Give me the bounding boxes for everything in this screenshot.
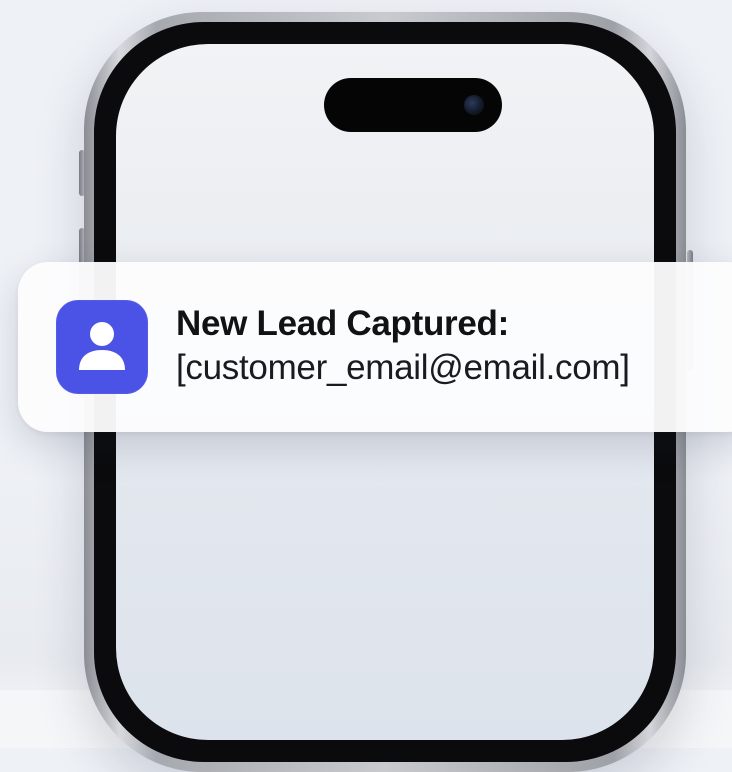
app-icon	[56, 300, 148, 394]
user-icon	[79, 322, 125, 370]
lead-notification-banner[interactable]: New Lead Captured: [customer_email@email…	[18, 262, 732, 432]
notification-title: New Lead Captured:	[176, 304, 509, 343]
camera-icon	[464, 95, 484, 115]
notification-body: [customer_email@email.com]	[176, 348, 630, 387]
notification-text: New Lead Captured: [customer_email@email…	[176, 302, 732, 390]
dynamic-island	[324, 78, 502, 132]
